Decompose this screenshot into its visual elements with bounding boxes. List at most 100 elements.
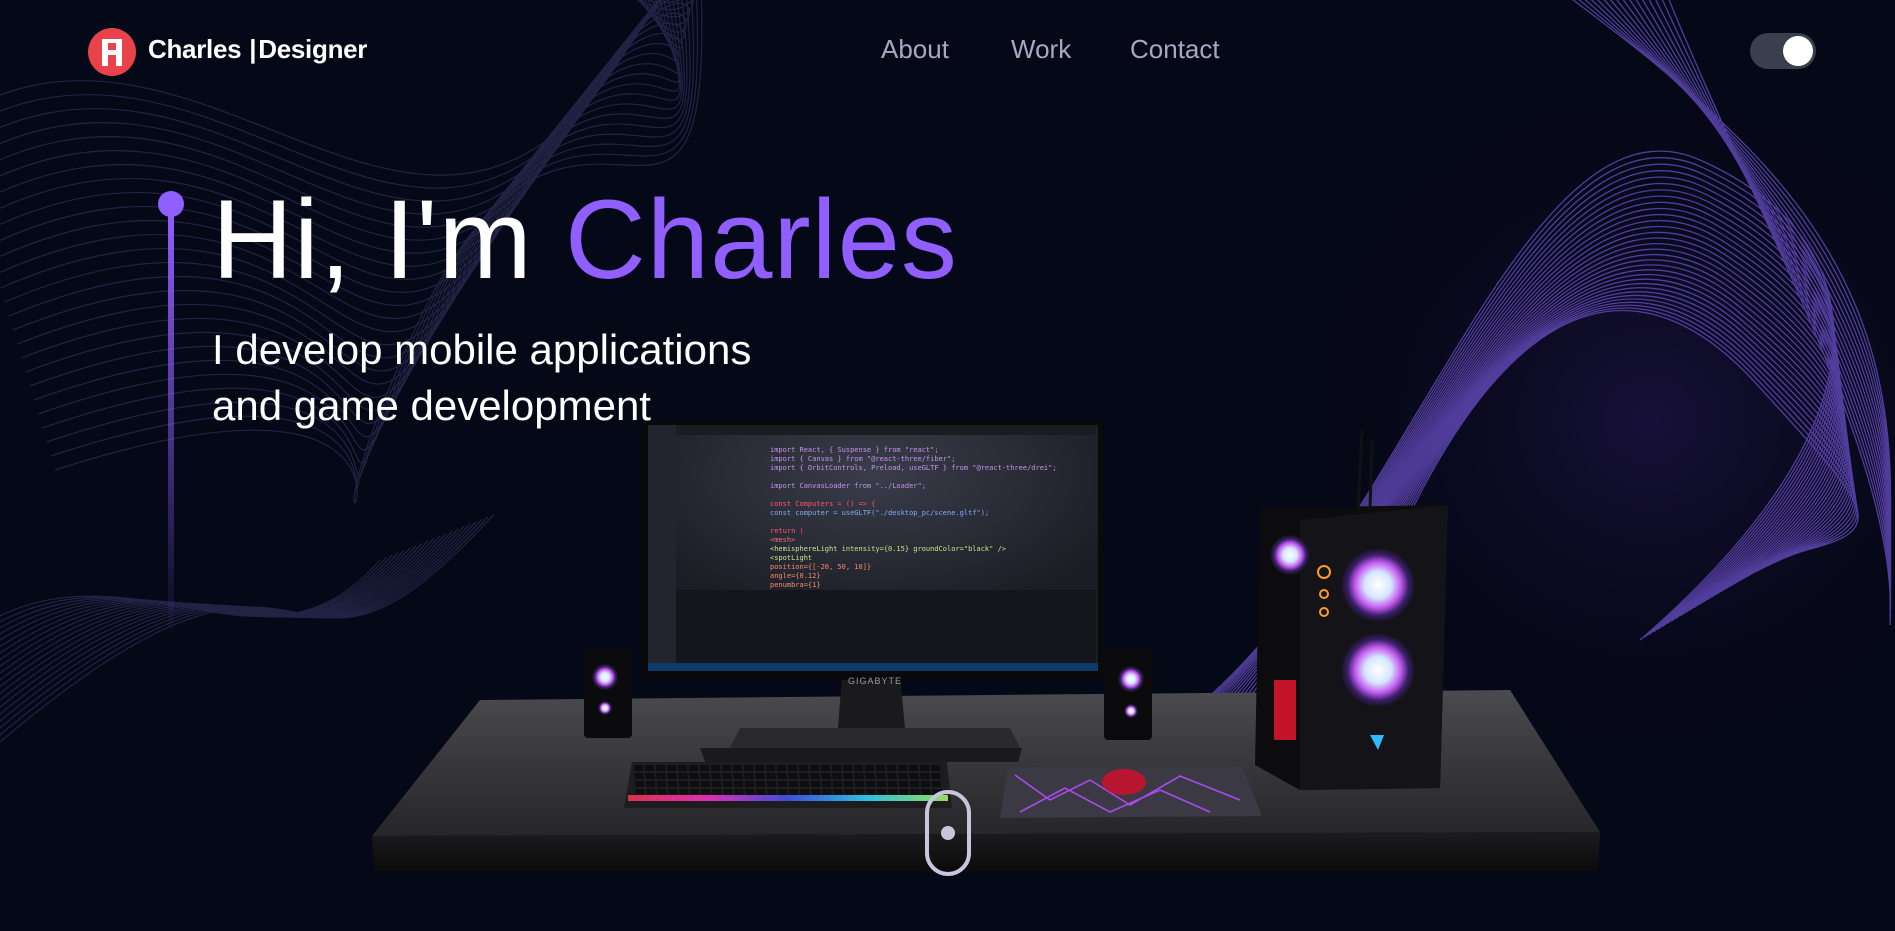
keyboard-key (810, 765, 819, 771)
keyboard-key (711, 765, 720, 771)
theme-toggle[interactable] (1750, 33, 1816, 69)
keyboard-key (854, 765, 863, 771)
keyboard-key (701, 781, 710, 787)
keyboard-key (789, 781, 798, 787)
keyboard-key (788, 765, 797, 771)
keyboard-key (777, 773, 787, 779)
nav-link-about[interactable]: About (881, 34, 949, 65)
keyboard-key (800, 789, 810, 795)
keyboard-key (788, 773, 798, 779)
nav-link-work[interactable]: Work (1011, 34, 1071, 65)
keyboard-key (921, 789, 931, 795)
keyboard-key (932, 781, 941, 787)
keyboard-key (877, 781, 886, 787)
keyboard-key (799, 773, 809, 779)
keyboard-key (822, 789, 832, 795)
keyboard-key (701, 789, 711, 795)
keyboard-key (756, 781, 765, 787)
keyboard-key (766, 765, 775, 771)
hero-subtitle: I develop mobile applications and game d… (212, 322, 912, 434)
keyboard-key (844, 781, 853, 787)
toggle-knob (1783, 36, 1813, 66)
keyboard-key (799, 765, 808, 771)
code-line: import CanvasLoader from "../Loader"; (770, 482, 926, 490)
keyboard-key (678, 773, 688, 779)
code-line: import React, { Suspense } from "react"; (770, 446, 939, 454)
keyboard-key (899, 789, 909, 795)
keyboard-key (920, 765, 929, 771)
keyboard-key (931, 773, 941, 779)
keyboard-key (755, 765, 764, 771)
mouse-scroll-icon[interactable] (925, 790, 971, 876)
keyboard-key (778, 789, 788, 795)
keyboard-key (778, 781, 787, 787)
keyboard-key (723, 781, 732, 787)
code-editor: import React, { Suspense } from "react";… (652, 426, 1100, 671)
hero-subtitle-line2: and game development (212, 382, 651, 429)
nav-link-contact[interactable]: Contact (1130, 34, 1220, 65)
keyboard-key (821, 773, 831, 779)
keyboard-key (921, 781, 930, 787)
keyboard-key (909, 773, 919, 779)
mouse (1102, 769, 1146, 795)
keyboard-key (865, 773, 875, 779)
keyboard-key (910, 781, 919, 787)
keyboard-key (712, 781, 721, 787)
keyboard-key (865, 765, 874, 771)
hero-subtitle-line1: I develop mobile applications (212, 326, 752, 373)
keyboard-key (734, 781, 743, 787)
keyboard-key (645, 773, 655, 779)
keyboard-key (843, 765, 852, 771)
keyboard-key (766, 773, 776, 779)
keyboard-key (711, 773, 721, 779)
navbar: Charles |Designer About Work Contact (0, 0, 1895, 100)
keyboard-key (898, 773, 908, 779)
keyboard-key (909, 765, 918, 771)
logo-icon[interactable] (88, 28, 136, 76)
keyboard-key (723, 789, 733, 795)
keyboard-key (679, 781, 688, 787)
keyboard-key (689, 773, 699, 779)
keyboard-key (679, 789, 689, 795)
keyboard-key (822, 781, 831, 787)
code-line: const computer = useGLTF("./desktop_pc/s… (770, 509, 990, 517)
keyboard-key (657, 781, 666, 787)
keyboard-key (811, 789, 821, 795)
keyboard-key (689, 765, 698, 771)
keyboard-key (733, 773, 743, 779)
keyboard-key (668, 789, 678, 795)
keyboard-key (767, 789, 777, 795)
keyboard-key (789, 789, 799, 795)
keyboard-key (756, 789, 766, 795)
keyboard-key (645, 765, 654, 771)
keyboard-key (777, 765, 786, 771)
keyboard-key (767, 781, 776, 787)
keyboard-key (646, 789, 656, 795)
keyboard-key (800, 781, 809, 787)
keyboard-key (635, 781, 644, 787)
keyboard-key (667, 773, 677, 779)
brand-separator: | (249, 34, 257, 64)
code-line: return ( (770, 527, 804, 535)
keyboard-key (745, 789, 755, 795)
code-line: const Computers = () => { (770, 500, 876, 508)
keyboard-key (634, 765, 643, 771)
brand-name[interactable]: Charles |Designer (148, 34, 367, 65)
code-line: <hemisphereLight intensity={0.15} ground… (770, 545, 1007, 553)
brand-role: Designer (258, 34, 368, 64)
keyboard-key (656, 773, 666, 779)
keyboard-key (712, 789, 722, 795)
keyboard-key (832, 773, 842, 779)
keyboard-key (898, 765, 907, 771)
keyboard-key (821, 765, 830, 771)
keyboard-key (887, 773, 897, 779)
left-speaker (584, 648, 632, 738)
keyboard-key (866, 781, 875, 787)
keyboard-key (833, 781, 842, 787)
keyboard-key (755, 773, 765, 779)
keyboard-key (634, 773, 644, 779)
code-line: <mesh> (770, 536, 796, 544)
